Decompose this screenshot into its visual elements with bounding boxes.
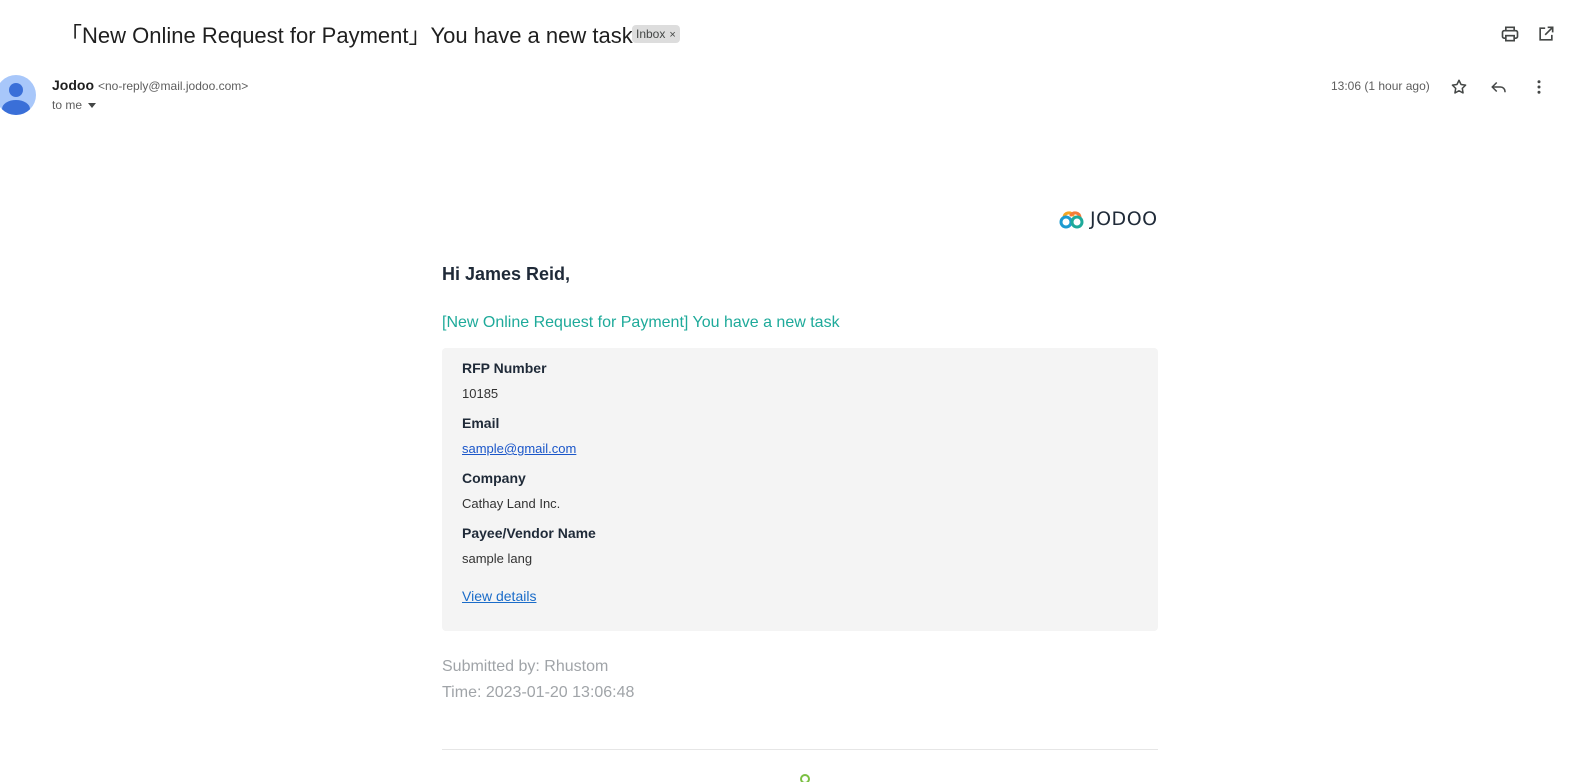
jodoo-logo: JODOO [1058, 206, 1158, 232]
inbox-label-chip[interactable]: Inbox × [632, 25, 680, 43]
print-button[interactable] [1498, 22, 1522, 46]
submission-time: Time: 2023-01-20 13:06:48 [442, 684, 635, 701]
task-details-card: RFP Number 10185 Email sample@gmail.com … [442, 348, 1158, 631]
reply-button[interactable] [1487, 75, 1511, 99]
open-in-new-window-icon [1539, 26, 1554, 41]
jodoo-logo-icon [1059, 211, 1084, 229]
recipient-details-toggle[interactable]: to me [52, 98, 97, 112]
subject-row: 「New Online Request for Payment」You have… [0, 14, 1576, 54]
remove-label-icon[interactable]: × [669, 29, 675, 41]
submitted-by: Submitted by: Rhustom [442, 658, 609, 675]
footer-divider [442, 749, 1158, 750]
more-vert-icon [1537, 80, 1541, 94]
reply-icon [1491, 81, 1506, 93]
field-value-rfp-number: 10185 [462, 386, 499, 401]
more-options-button[interactable] [1527, 75, 1551, 99]
recipient-text: to me [52, 98, 83, 112]
star-icon [1451, 79, 1467, 94]
email-timestamp: 13:06 (1 hour ago) [1331, 79, 1430, 93]
email-view: 「New Online Request for Payment」You have… [0, 0, 1576, 782]
field-label-payee-vendor: Payee/Vendor Name [462, 525, 596, 541]
field-label-company: Company [462, 470, 526, 486]
print-icon [1501, 26, 1519, 42]
task-title: [New Online Request for Payment] You hav… [442, 314, 840, 331]
chevron-down-icon [88, 103, 97, 109]
logo-wordmark: JODOO [1090, 208, 1158, 230]
sender-avatar[interactable] [0, 75, 36, 115]
field-value-email-link[interactable]: sample@gmail.com [462, 441, 576, 456]
sender-email: <no-reply@mail.jodoo.com> [98, 79, 249, 93]
open-in-new-window-button[interactable] [1534, 22, 1558, 46]
field-label-rfp-number: RFP Number [462, 360, 547, 376]
email-subject: 「New Online Request for Payment」You have… [60, 23, 633, 48]
footer-logo-icon [800, 774, 810, 782]
star-button[interactable] [1447, 75, 1471, 99]
field-value-company: Cathay Land Inc. [462, 496, 561, 511]
person-icon [2, 83, 30, 115]
greeting: Hi James Reid, [442, 264, 571, 284]
view-details-link[interactable]: View details [462, 588, 536, 604]
field-value-payee-vendor: sample lang [462, 551, 533, 566]
sender-name: Jodoo [52, 77, 94, 93]
inbox-label-text: Inbox [636, 27, 666, 41]
field-label-email: Email [462, 415, 500, 431]
